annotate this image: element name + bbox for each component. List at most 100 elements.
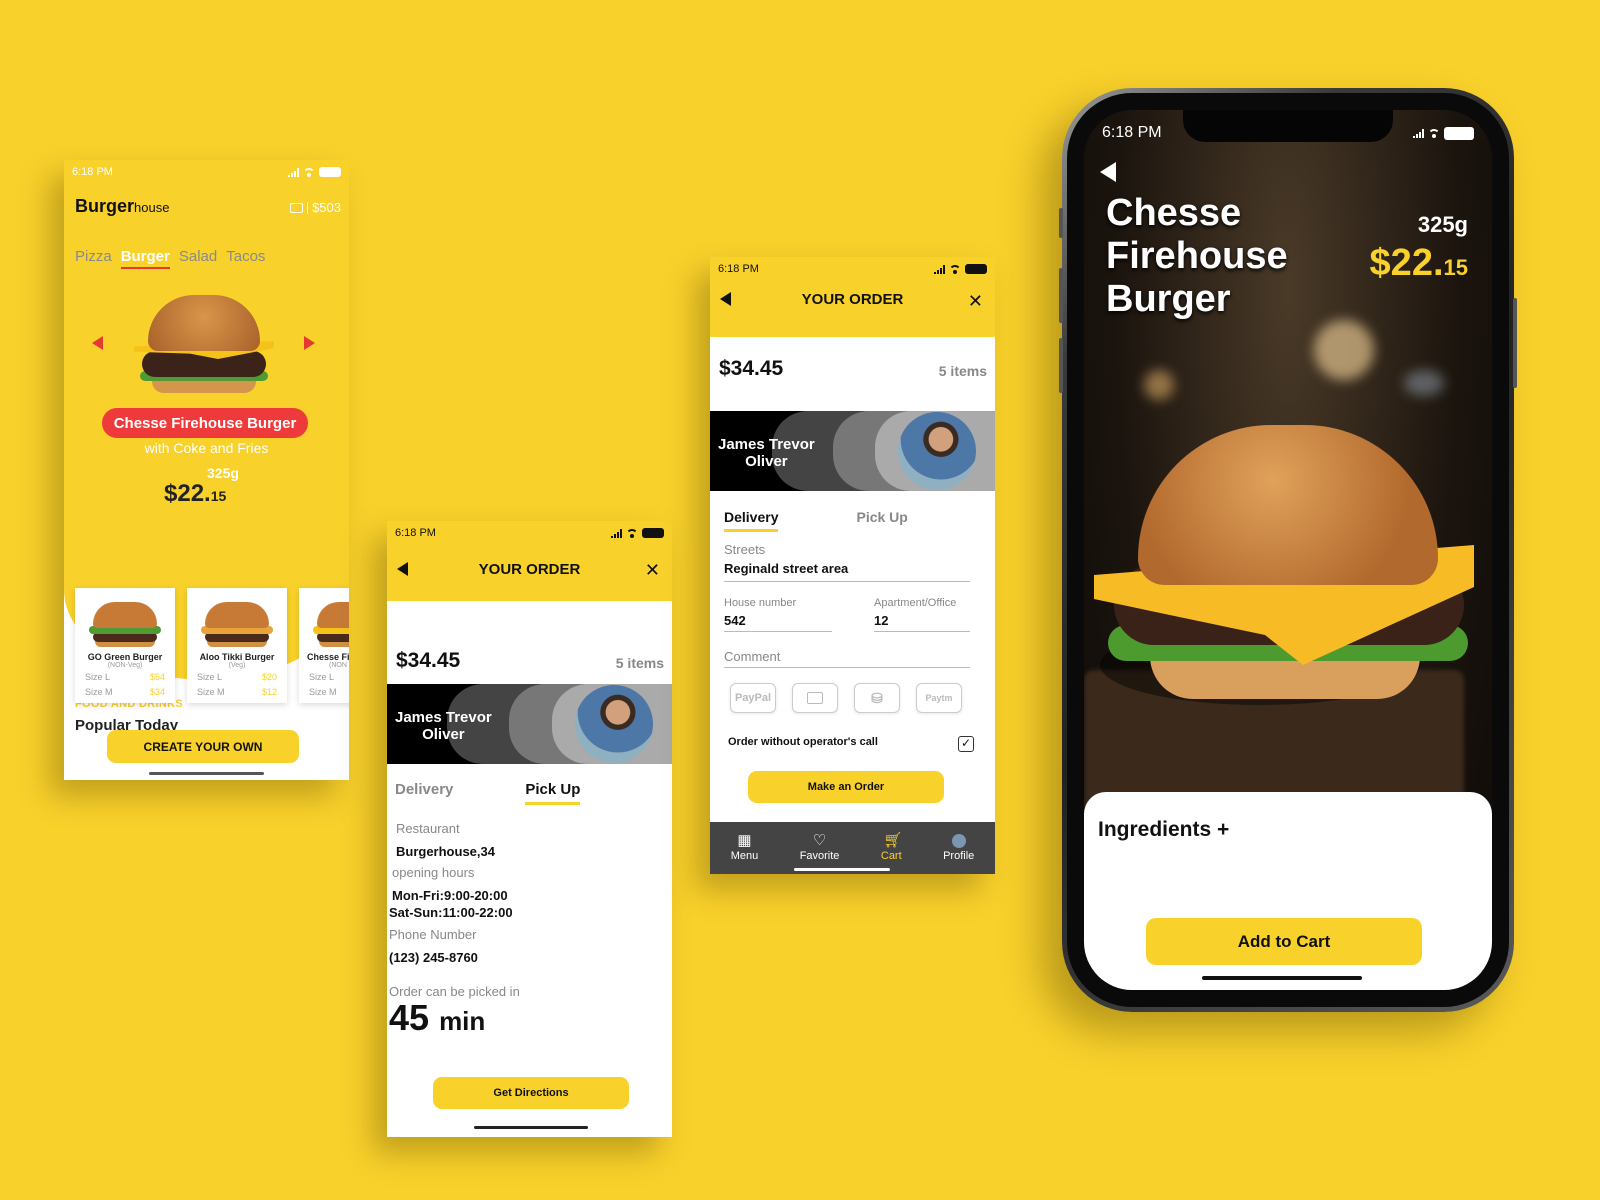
operator-call-label: Order without operator's call: [728, 736, 878, 748]
order-pickup-screen: 6:18 PM YOUR ORDER ✕ $34.45 5 items Jame…: [387, 521, 672, 1137]
streets-label: Streets: [724, 542, 766, 557]
popular-list: GO Green Burger (NON-Veg) Size L $54 Size…: [75, 588, 349, 703]
comment-field[interactable]: [724, 667, 970, 668]
price-main: $22.: [164, 480, 211, 507]
signal-icon: [611, 528, 622, 538]
cash-pay-button[interactable]: ⛁: [854, 683, 900, 713]
card-name: Chesse Fi: [307, 652, 349, 662]
close-icon[interactable]: ✕: [968, 292, 983, 310]
apartment-label: Apartment/Office: [874, 597, 957, 609]
phone-value[interactable]: (123) 245-8760: [389, 950, 478, 965]
prev-arrow-icon[interactable]: [92, 336, 103, 350]
order-delivery-screen: 6:18 PM YOUR ORDER ✕ $34.45 5 items Jame…: [710, 257, 995, 874]
house-number-field[interactable]: 542: [724, 613, 746, 628]
field-underline: [724, 631, 832, 632]
home-indicator: [474, 1126, 588, 1129]
burger-hero-image: [1094, 425, 1474, 725]
comment-label: Comment: [724, 649, 781, 664]
status-bar: 6:18 PM: [64, 166, 349, 178]
status-bar: 6:18 PM: [710, 263, 995, 275]
user-banner: James Trevor Oliver: [710, 411, 995, 491]
user-name: James Trevor Oliver: [718, 436, 815, 470]
hours-label: opening hours: [392, 865, 475, 880]
mute-switch: [1059, 208, 1063, 238]
featured-title[interactable]: Chesse Firehouse Burger: [102, 408, 308, 438]
status-time: 6:18 PM: [1102, 124, 1162, 141]
page-title: YOUR ORDER: [801, 291, 904, 308]
brand-logo: Burgerhouse: [75, 196, 169, 217]
popular-card[interactable]: Chesse Fi (NON Size L Size M: [299, 588, 349, 703]
tab-delivery[interactable]: Delivery: [724, 509, 779, 532]
tab-tacos[interactable]: Tacos: [226, 248, 265, 269]
tab-pickup[interactable]: Pick Up: [525, 781, 581, 805]
get-directions-button[interactable]: Get Directions: [433, 1077, 629, 1109]
featured-price: $22.15: [164, 480, 226, 508]
card-type: (NON: [329, 662, 347, 669]
coins-icon: ⛁: [871, 689, 883, 706]
card-name: Aloo Tikki Burger: [199, 652, 275, 662]
item-count: 5 items: [615, 655, 664, 671]
tab-salad[interactable]: Salad: [179, 248, 217, 269]
avatar-icon: [951, 834, 966, 848]
wallet-balance[interactable]: $503: [290, 200, 341, 215]
user-avatar[interactable]: [898, 412, 976, 490]
nav-cart[interactable]: 🛒︎ Cart: [881, 833, 902, 862]
tab-pizza[interactable]: Pizza: [75, 248, 112, 269]
detail-screen: 6:18 PM Chesse Firehouse Burger 325g $22…: [1084, 110, 1492, 990]
wallet-pay-button[interactable]: [792, 683, 838, 713]
card-type: (NON-Veg): [107, 662, 143, 669]
user-banner: James Trevor Oliver: [387, 684, 672, 764]
phone-label: Phone Number: [389, 927, 477, 942]
apartment-field[interactable]: 12: [874, 613, 888, 628]
close-icon[interactable]: ✕: [645, 561, 660, 579]
ingredients-toggle[interactable]: Ingredients +: [1098, 818, 1229, 842]
featured-burger-image: [134, 295, 274, 395]
create-your-own-button[interactable]: CREATE YOUR OWN: [107, 730, 299, 763]
size-row: Size M: [309, 687, 337, 697]
size-row: Size L: [309, 672, 335, 682]
back-icon[interactable]: [1100, 162, 1116, 182]
status-bar: 6:18 PM: [1102, 124, 1474, 142]
burger-thumbnail: [87, 602, 163, 648]
status-bar: 6:18 PM: [387, 527, 672, 539]
add-to-cart-button[interactable]: Add to Cart: [1146, 918, 1422, 965]
ingredients-sheet: Ingredients + Add to Cart: [1084, 792, 1492, 990]
wifi-icon: [303, 167, 315, 177]
card-type: (Veg): [228, 662, 246, 669]
page-title: YOUR ORDER: [478, 561, 581, 578]
popular-card[interactable]: Aloo Tikki Burger (Veg) Size L $20 Size M…: [187, 588, 287, 703]
divider: [307, 201, 309, 214]
nav-profile[interactable]: Profile: [943, 834, 974, 862]
nav-favorite[interactable]: ♡ Favorite: [800, 833, 840, 862]
home-indicator: [149, 772, 264, 775]
price-cents: 15: [210, 488, 227, 504]
operator-call-checkbox[interactable]: ✓: [958, 736, 974, 752]
signal-icon: [288, 167, 299, 177]
battery-icon: [319, 167, 341, 177]
nav-menu[interactable]: ▦ Menu: [731, 833, 759, 862]
tab-pickup[interactable]: Pick Up: [856, 509, 907, 532]
signal-icon: [934, 264, 945, 274]
power-button: [1513, 298, 1517, 388]
popular-card[interactable]: GO Green Burger (NON-Veg) Size L $54 Size…: [75, 588, 175, 703]
bottom-nav: ▦ Menu ♡ Favorite 🛒︎ Cart Profile: [710, 822, 995, 874]
wifi-icon: [1428, 128, 1440, 138]
next-arrow-icon[interactable]: [304, 336, 315, 350]
featured-weight: 325g: [207, 465, 239, 481]
tab-delivery[interactable]: Delivery: [395, 781, 453, 805]
tab-burger[interactable]: Burger: [120, 248, 170, 269]
make-order-button[interactable]: Make an Order: [748, 771, 944, 803]
volume-up-button: [1059, 268, 1063, 323]
streets-field[interactable]: Reginald street area: [724, 561, 848, 576]
size-row: Size L $20: [197, 672, 277, 682]
user-avatar[interactable]: [575, 685, 653, 763]
fulfilment-tabs: Delivery Pick Up: [395, 781, 581, 805]
hours-weekend: Sat-Sun:11:00-22:00: [389, 905, 513, 920]
volume-down-button: [1059, 338, 1063, 393]
order-total: $34.45: [719, 357, 784, 380]
category-tabs: Pizza Burger Salad Tacos: [75, 248, 265, 269]
house-number-label: House number: [724, 597, 797, 609]
paytm-button[interactable]: Paytm: [916, 683, 962, 713]
paypal-button[interactable]: PayPal: [730, 683, 776, 713]
hours-weekday: Mon-Fri:9:00-20:00: [392, 888, 508, 903]
